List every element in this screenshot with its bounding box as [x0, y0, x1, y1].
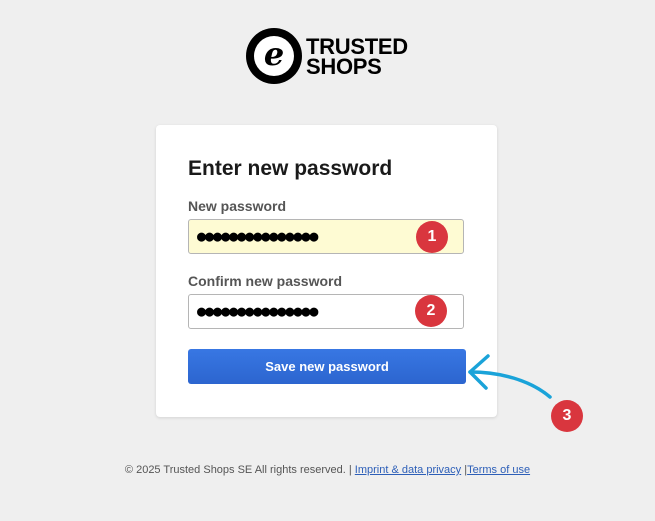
copyright-text: © 2025 Trusted Shops SE All rights reser… [124, 464, 346, 476]
footer-separator: | [348, 464, 352, 476]
page-title: Enter new password [188, 157, 393, 180]
logo-wordmark: TRUSTED SHOPS [306, 35, 408, 79]
annotation-badge-1: 1 [416, 221, 448, 253]
imprint-privacy-link[interactable]: Imprint & data privacy [355, 464, 461, 476]
confirm-password-label: Confirm new password [188, 273, 343, 289]
trusted-shops-logo: e TRUSTED SHOPS [246, 28, 408, 84]
annotation-badge-2: 2 [415, 295, 447, 327]
annotation-arrow-icon [468, 354, 552, 399]
terms-of-use-link[interactable]: Terms of use [467, 464, 530, 476]
logo-mark-letter: e [263, 35, 285, 73]
save-new-password-button[interactable]: Save new password [188, 349, 466, 384]
footer: © 2025 Trusted Shops SE All rights reser… [0, 464, 655, 476]
logo-line-2: SHOPS [306, 54, 382, 79]
password-reset-card: Enter new password New password ●●●●●●●●… [156, 125, 497, 417]
trusted-shops-e-icon: e [246, 28, 302, 84]
new-password-label: New password [188, 198, 287, 214]
